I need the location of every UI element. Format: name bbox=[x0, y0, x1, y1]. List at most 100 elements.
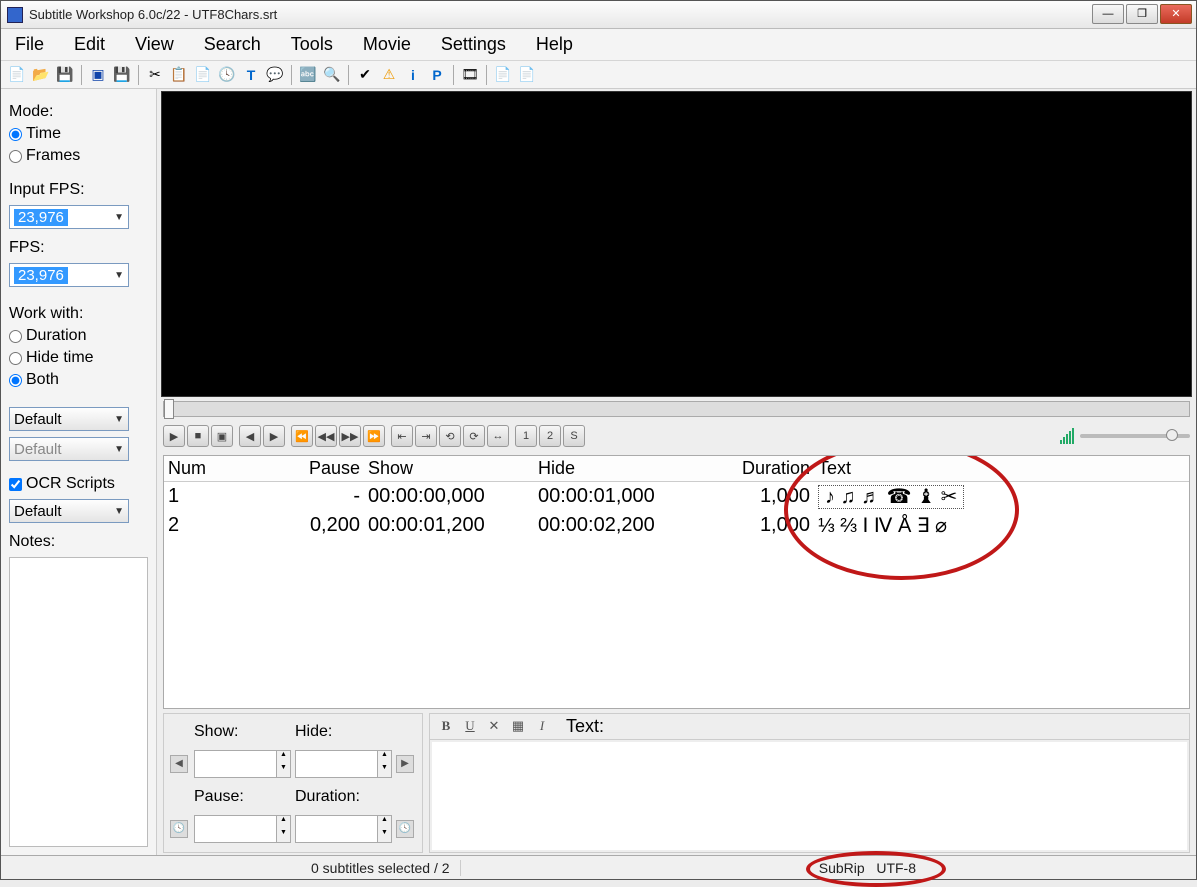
ocr-combo[interactable]: Default▼ bbox=[9, 499, 129, 523]
mode-frames-radio[interactable] bbox=[9, 150, 22, 163]
timeline-slider[interactable] bbox=[163, 401, 1190, 417]
next-button[interactable]: ▶ bbox=[263, 425, 285, 447]
mark-b-button[interactable]: ⟳ bbox=[463, 425, 485, 447]
menu-search[interactable]: Search bbox=[198, 32, 267, 57]
ocr-checkbox[interactable] bbox=[9, 478, 22, 491]
color-button[interactable]: ▦ bbox=[508, 717, 528, 737]
col-num[interactable]: Num bbox=[168, 458, 258, 479]
new-icon[interactable]: 📄 bbox=[7, 65, 27, 85]
cut-icon[interactable]: ✂ bbox=[145, 65, 165, 85]
clock2-icon[interactable]: 🕓 bbox=[396, 820, 414, 838]
open-icon[interactable]: 📂 bbox=[31, 65, 51, 85]
menu-movie[interactable]: Movie bbox=[357, 32, 417, 57]
table-row[interactable]: 2 0,200 00:00:01,200 00:00:02,200 1,000 … bbox=[164, 511, 1189, 540]
cell-pause: - bbox=[258, 485, 368, 508]
copy-icon[interactable]: 📋 bbox=[169, 65, 189, 85]
clock1-icon[interactable]: 🕓 bbox=[170, 820, 188, 838]
clock-icon[interactable]: 🕓 bbox=[217, 65, 237, 85]
hide-label: Hide: bbox=[295, 723, 392, 741]
menu-file[interactable]: File bbox=[9, 32, 50, 57]
stop-button[interactable]: ■ bbox=[187, 425, 209, 447]
mode-frames-label: Frames bbox=[26, 147, 80, 165]
duration-input[interactable]: ▲▼ bbox=[295, 815, 392, 843]
ww-duration-radio[interactable] bbox=[9, 330, 22, 343]
save2-icon[interactable]: 💾 bbox=[112, 65, 132, 85]
film-icon[interactable]: 🎞 bbox=[460, 65, 480, 85]
cell-duration: 1,000 bbox=[728, 514, 818, 537]
pause-input[interactable]: ▲▼ bbox=[194, 815, 291, 843]
fps-select[interactable]: 23,976▼ bbox=[9, 263, 129, 287]
set-end-button[interactable]: ⇥ bbox=[415, 425, 437, 447]
menu-view[interactable]: View bbox=[129, 32, 180, 57]
table-row[interactable]: 1 - 00:00:00,000 00:00:01,000 1,000 ♪ ♫ … bbox=[164, 482, 1189, 511]
ff-button[interactable]: ⏩ bbox=[363, 425, 385, 447]
close-button[interactable]: ✕ bbox=[1160, 4, 1192, 24]
fwd-button[interactable]: ▶▶ bbox=[339, 425, 361, 447]
set-start-button[interactable]: ⇤ bbox=[391, 425, 413, 447]
timeline-thumb[interactable] bbox=[164, 399, 174, 419]
clear-button[interactable]: ✕ bbox=[484, 717, 504, 737]
menu-help[interactable]: Help bbox=[530, 32, 579, 57]
mark-a-button[interactable]: ⟲ bbox=[439, 425, 461, 447]
volume-slider[interactable] bbox=[1080, 434, 1190, 438]
sync-button[interactable]: ↔ bbox=[487, 425, 509, 447]
doc1-icon[interactable]: 📄 bbox=[493, 65, 513, 85]
ww-both-radio[interactable] bbox=[9, 374, 22, 387]
menu-settings[interactable]: Settings bbox=[435, 32, 512, 57]
style-combo-1[interactable]: Default▼ bbox=[9, 407, 129, 431]
save-icon[interactable]: 💾 bbox=[55, 65, 75, 85]
translation-icon[interactable]: ▣ bbox=[88, 65, 108, 85]
notes-textarea[interactable] bbox=[9, 557, 148, 847]
rew-button[interactable]: ⏪ bbox=[291, 425, 313, 447]
col-pause[interactable]: Pause bbox=[258, 458, 368, 479]
menu-edit[interactable]: Edit bbox=[68, 32, 111, 57]
cell-hide: 00:00:02,200 bbox=[538, 514, 728, 537]
input-fps-select[interactable]: 23,976▼ bbox=[9, 205, 129, 229]
show-input[interactable]: ▲▼ bbox=[194, 750, 291, 778]
italic-button[interactable]: I bbox=[532, 717, 552, 737]
btn-s[interactable]: S bbox=[563, 425, 585, 447]
cell-hide: 00:00:01,000 bbox=[538, 485, 728, 508]
paste-icon[interactable]: 📄 bbox=[193, 65, 213, 85]
col-hide[interactable]: Hide bbox=[538, 458, 728, 479]
warning-icon[interactable]: ⚠ bbox=[379, 65, 399, 85]
screenshot-button[interactable]: ▣ bbox=[211, 425, 233, 447]
maximize-button[interactable]: ❐ bbox=[1126, 4, 1158, 24]
minimize-button[interactable]: — bbox=[1092, 4, 1124, 24]
back-button[interactable]: ◀◀ bbox=[315, 425, 337, 447]
cell-text-value: ♪ ♫ ♬ ☎ ♝ ✂ bbox=[818, 485, 964, 509]
play-button[interactable]: ▶ bbox=[163, 425, 185, 447]
prev-sub-button[interactable]: ◀ bbox=[170, 755, 188, 773]
text-icon[interactable]: T bbox=[241, 65, 261, 85]
prev-button[interactable]: ◀ bbox=[239, 425, 261, 447]
col-duration[interactable]: Duration bbox=[728, 458, 818, 479]
volume-knob[interactable] bbox=[1166, 429, 1178, 441]
style-combo-2[interactable]: Default▼ bbox=[9, 437, 129, 461]
ww-hide-radio[interactable] bbox=[9, 352, 22, 365]
mode-time-radio[interactable] bbox=[9, 128, 22, 141]
doc2-icon[interactable]: 📄 bbox=[517, 65, 537, 85]
chat-icon[interactable]: 💬 bbox=[265, 65, 285, 85]
col-text[interactable]: Text bbox=[818, 458, 1185, 479]
mode-label: Mode: bbox=[9, 103, 148, 121]
fps-value: 23,976 bbox=[14, 267, 68, 284]
menu-tools[interactable]: Tools bbox=[285, 32, 339, 57]
translate-icon[interactable]: 🔤 bbox=[298, 65, 318, 85]
video-preview[interactable] bbox=[161, 91, 1192, 397]
bold-button[interactable]: B bbox=[436, 717, 456, 737]
show-label: Show: bbox=[194, 723, 291, 741]
cell-text: ⅓ ⅔ Ⅰ Ⅳ Å ∃ ⌀ bbox=[818, 513, 1185, 538]
spellcheck-icon[interactable]: ✔ bbox=[355, 65, 375, 85]
btn-1[interactable]: 1 bbox=[515, 425, 537, 447]
duration-label: Duration: bbox=[295, 788, 392, 806]
col-show[interactable]: Show bbox=[368, 458, 538, 479]
btn-2[interactable]: 2 bbox=[539, 425, 561, 447]
hide-input[interactable]: ▲▼ bbox=[295, 750, 392, 778]
search-icon[interactable]: 🔍 bbox=[322, 65, 342, 85]
subtitle-text-input[interactable] bbox=[432, 742, 1187, 850]
subtitle-grid[interactable]: Num Pause Show Hide Duration Text 1 - 00… bbox=[163, 455, 1190, 709]
pascal-icon[interactable]: P bbox=[427, 65, 447, 85]
underline-button[interactable]: U bbox=[460, 717, 480, 737]
info-icon[interactable]: i bbox=[403, 65, 423, 85]
next-sub-button[interactable]: ▶ bbox=[396, 755, 414, 773]
